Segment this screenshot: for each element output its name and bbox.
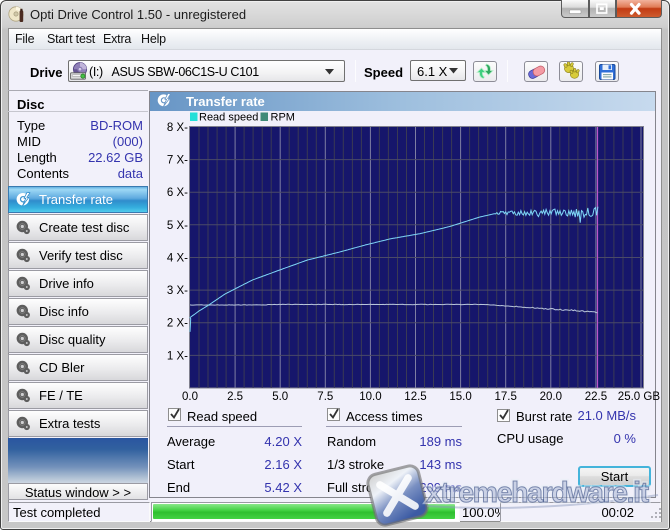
svg-text:15.0: 15.0 — [449, 391, 471, 403]
svg-text:Read speed: Read speed — [199, 112, 258, 124]
svg-text:1 X-: 1 X- — [167, 350, 188, 362]
svg-text:0.0: 0.0 — [182, 391, 198, 403]
svg-text:20.0: 20.0 — [540, 391, 562, 403]
svg-text:7 X-: 7 X- — [167, 155, 188, 167]
svg-text:5 X-: 5 X- — [167, 220, 188, 232]
svg-text:2.5: 2.5 — [227, 391, 243, 403]
svg-text:2 X-: 2 X- — [167, 318, 188, 330]
svg-text:xtremehardware.it: xtremehardware.it — [426, 477, 650, 509]
svg-text:7.5: 7.5 — [317, 391, 333, 403]
svg-text:8 X-: 8 X- — [167, 122, 188, 134]
svg-text:5.0: 5.0 — [272, 391, 288, 403]
svg-text:22.5: 22.5 — [585, 391, 607, 403]
svg-text:RPM: RPM — [271, 112, 295, 124]
svg-text:25.0 GB: 25.0 GB — [618, 391, 660, 403]
svg-text:10.0: 10.0 — [359, 391, 381, 403]
svg-text:6 X-: 6 X- — [167, 187, 188, 199]
svg-text:17.5: 17.5 — [495, 391, 517, 403]
svg-text:12.5: 12.5 — [404, 391, 426, 403]
svg-text:4 X-: 4 X- — [167, 252, 188, 264]
svg-text:3 X-: 3 X- — [167, 285, 188, 297]
